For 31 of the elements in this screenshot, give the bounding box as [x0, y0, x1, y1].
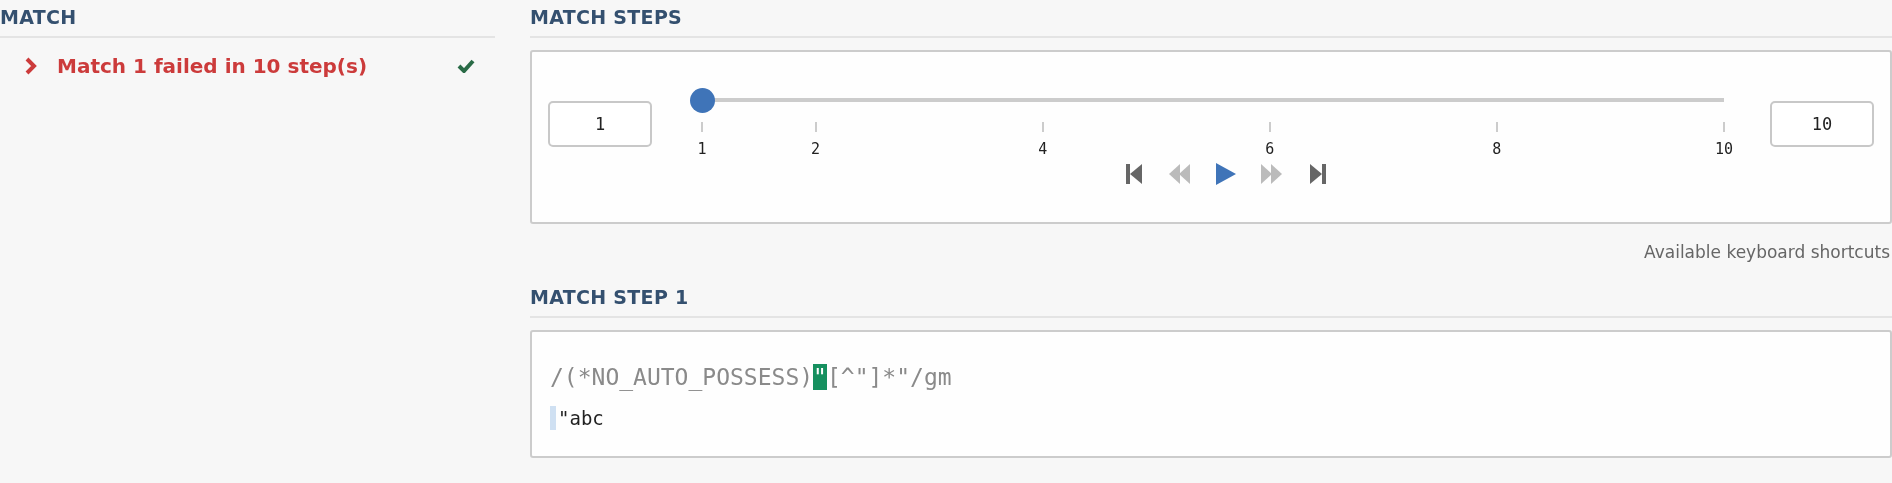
- slider-tick: [1268, 122, 1271, 132]
- slider-tick: [1041, 122, 1044, 132]
- skip-back-icon: [1126, 164, 1142, 184]
- shortcuts-link[interactable]: Available keyboard shortcuts: [1644, 242, 1890, 262]
- tick-label: 8: [1492, 140, 1502, 158]
- tick-label: 4: [1038, 140, 1048, 158]
- subject-text: "abc: [558, 407, 604, 429]
- panel-title: MATCH: [0, 6, 77, 28]
- tick-label: 6: [1265, 140, 1275, 158]
- panel-title: MATCH STEPS: [530, 6, 683, 28]
- regex-text: [^"]*"/gm: [826, 364, 952, 390]
- slider-thumb[interactable]: [690, 88, 715, 113]
- slider-tick: [1723, 122, 1725, 132]
- slider-tick: [701, 122, 703, 132]
- match-label[interactable]: Match 1 failed in 10 step(s): [57, 54, 437, 78]
- skip-forward-icon: [1310, 164, 1326, 184]
- regex-text: /(*NO_AUTO_POSSESS): [550, 364, 814, 390]
- tick-label: 2: [811, 140, 821, 158]
- highlighted-token: ": [813, 364, 827, 390]
- panel-title: MATCH STEP 1: [530, 286, 689, 308]
- tick-label: 1: [697, 140, 707, 158]
- play-icon: [1216, 163, 1236, 185]
- slider-tick: [814, 122, 817, 132]
- chevron-icon[interactable]: [25, 57, 37, 75]
- slider-tick: [1495, 122, 1498, 132]
- fast-forward-icon: [1261, 164, 1283, 184]
- play-button[interactable]: [1214, 162, 1238, 186]
- start-step-field[interactable]: 1: [548, 101, 652, 147]
- rewind-icon: [1169, 164, 1191, 184]
- end-step-field[interactable]: 10: [1770, 101, 1874, 147]
- tick-label: 10: [1714, 140, 1734, 158]
